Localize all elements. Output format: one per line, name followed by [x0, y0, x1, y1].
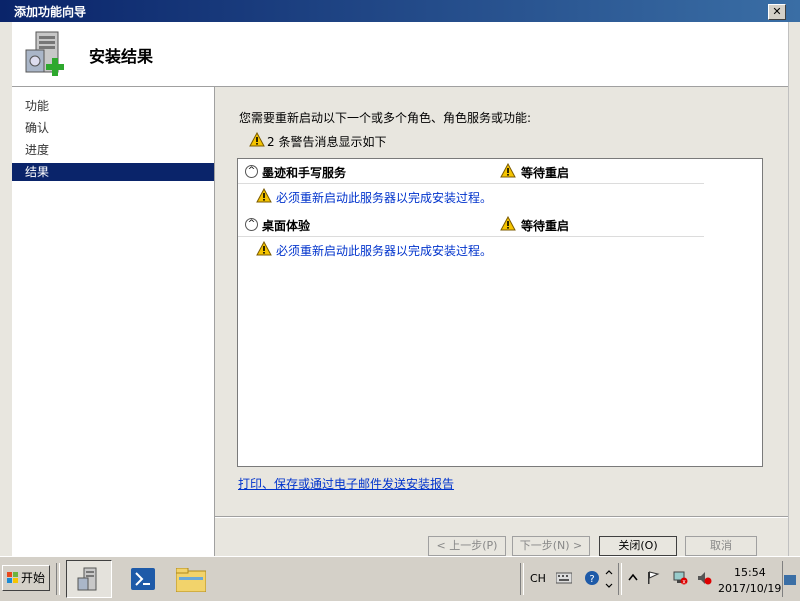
nav-item-confirm[interactable]: 确认 [12, 119, 214, 137]
warning-icon [256, 241, 272, 256]
next-button[interactable]: 下一步(N) > [512, 536, 590, 556]
taskbar-powershell[interactable] [120, 560, 166, 598]
title-bar[interactable]: 添加功能向导 ✕ [0, 0, 800, 22]
clock-date[interactable]: 2017/10/19 [718, 582, 781, 595]
wizard-header: 安装结果 [12, 22, 788, 86]
window-title: 添加功能向导 [14, 5, 87, 19]
close-button[interactable]: 关闭(O) [599, 536, 677, 556]
result-message: 必须重新启动此服务器以完成安装过程。 [276, 191, 493, 205]
results-list[interactable]: ^ 墨迹和手写服务 等待重启 必须重新启动此服务器以完成安装过程。 ^ 桌面体验 [237, 158, 763, 467]
show-desktop-button[interactable] [782, 561, 797, 597]
role-name: 墨迹和手写服务 [262, 166, 347, 180]
button-bar: < 上一步(P) 下一步(N) > 关闭(O) 取消 [215, 517, 788, 557]
status-text: 等待重启 [521, 166, 570, 180]
keyboard-icon[interactable] [556, 571, 572, 585]
action-center-flag-icon[interactable] [646, 571, 660, 585]
taskbar: 开始 CH ? x 15:54 2017/10/19 [0, 556, 800, 601]
result-header: ^ 墨迹和手写服务 等待重启 [238, 161, 704, 184]
report-link[interactable]: 打印、保存或通过电子邮件发送安装报告 [238, 475, 454, 492]
warning-icon [500, 216, 516, 231]
clock-time[interactable]: 15:54 [734, 566, 766, 579]
language-indicator[interactable]: CH [530, 572, 546, 585]
warning-icon [256, 188, 272, 203]
svg-text:x: x [682, 579, 686, 586]
nav-item-features[interactable]: 功能 [12, 97, 214, 115]
warning-icon [500, 163, 516, 178]
show-hidden-icons-icon[interactable] [628, 572, 638, 584]
svg-text:?: ? [589, 574, 594, 585]
collapse-icon[interactable]: ^ [245, 218, 258, 231]
status-text: 等待重启 [521, 219, 570, 233]
show-desktop-icon [784, 575, 796, 585]
nav-item-results[interactable]: 结果 [12, 163, 214, 181]
role-name: 桌面体验 [262, 219, 311, 233]
volume-icon[interactable] [696, 571, 712, 585]
scroll-arrows-icon[interactable] [604, 567, 614, 591]
nav-item-progress[interactable]: 进度 [12, 141, 214, 159]
start-button[interactable]: 开始 [2, 565, 50, 591]
intro-text: 您需要重新启动以下一个或多个角色、角色服务或功能: [239, 111, 532, 125]
start-label: 开始 [20, 571, 45, 585]
taskbar-explorer[interactable] [168, 560, 214, 598]
result-header: ^ 桌面体验 等待重启 [238, 214, 704, 237]
frame-right [788, 22, 800, 556]
taskbar-separator [56, 563, 60, 595]
taskbar-server-manager[interactable] [66, 560, 112, 598]
wizard-steps-nav: 功能 确认 进度 结果 [12, 87, 215, 556]
prev-button[interactable]: < 上一步(P) [428, 536, 506, 556]
cancel-button[interactable]: 取消 [685, 536, 757, 556]
windows-logo-icon [7, 572, 18, 583]
warning-icon [249, 132, 265, 147]
system-tray: CH ? x 15:54 2017/10/19 [520, 561, 798, 597]
result-message: 必须重新启动此服务器以完成安装过程。 [276, 244, 493, 258]
server-add-icon [25, 31, 64, 76]
add-features-wizard-window: 添加功能向导 ✕ 安装结果 功能 确认 进度 结果 您需要重新启动以下一个或多个… [0, 0, 800, 557]
close-window-button[interactable]: ✕ [768, 4, 786, 20]
network-icon[interactable]: x [672, 571, 688, 585]
server-manager-icon [77, 567, 97, 591]
tray-separator [618, 563, 622, 595]
tray-separator [520, 563, 524, 595]
collapse-icon[interactable]: ^ [245, 165, 258, 178]
page-title: 安装结果 [89, 47, 154, 66]
powershell-icon [131, 568, 155, 590]
warning-summary-text: 2 条警告消息显示如下 [267, 135, 387, 149]
help-icon[interactable]: ? [584, 570, 600, 586]
folder-icon [176, 568, 206, 592]
